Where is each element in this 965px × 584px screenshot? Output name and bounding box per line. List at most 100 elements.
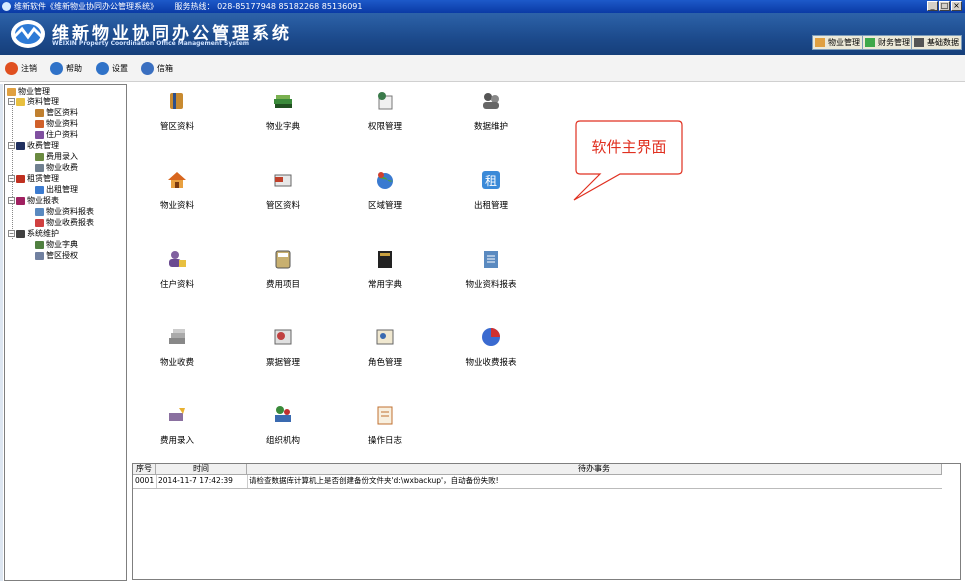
collapse-toggle[interactable]: − — [8, 142, 15, 149]
authorize-icon — [35, 251, 44, 260]
property-module-button[interactable]: 物业管理 — [812, 35, 863, 50]
collapse-toggle[interactable]: − — [8, 175, 15, 182]
users-icon — [483, 93, 499, 109]
icon-organization[interactable]: 组织机构 — [238, 404, 328, 446]
user-icon — [35, 130, 44, 139]
help-icon — [50, 62, 63, 75]
pen-icon — [169, 408, 185, 421]
dictionary-icon — [378, 251, 392, 268]
tree-item[interactable]: 费用录入 — [35, 152, 78, 162]
window-title: 维新软件《维新物业协同办公管理系统》 — [14, 2, 158, 11]
book-icon — [35, 108, 44, 117]
icon-operation-log[interactable]: 操作日志 — [340, 404, 430, 446]
settings-button[interactable]: 设置 — [96, 61, 128, 77]
collapse-toggle[interactable]: − — [8, 197, 15, 204]
tree-item[interactable]: 物业收费报表 — [35, 218, 94, 228]
chart-icon — [16, 196, 25, 205]
icon-fee-entry[interactable]: 费用录入 — [132, 404, 222, 446]
icon-fee-items[interactable]: 费用项目 — [238, 248, 328, 290]
toolbar: 注销 帮助 设置 信箱 — [0, 55, 965, 82]
books-icon — [274, 95, 292, 108]
logout-button[interactable]: 注销 — [5, 61, 37, 77]
rent-icon — [35, 185, 44, 194]
callout-text: 软件主界面 — [591, 138, 666, 156]
organization-icon — [275, 406, 291, 422]
tree-item[interactable]: 物业收费 — [35, 163, 78, 173]
nav-tree: 物业管理 − 资料管理 管区资料 物业资料 住户资料 − 收费管理 费用录入 物业收… — [4, 84, 127, 581]
basedata-module-button[interactable]: 基础数据 — [911, 35, 962, 50]
tree-group-docs[interactable]: − 资料管理 — [8, 97, 59, 107]
tree-item[interactable]: 管区授权 — [35, 251, 78, 261]
icon-fee-report[interactable]: 物业收费报表 — [446, 326, 536, 368]
tree-item[interactable]: 物业资料报表 — [35, 207, 94, 217]
icon-common-dict[interactable]: 常用字典 — [340, 248, 430, 290]
collapse-toggle[interactable]: − — [8, 98, 15, 105]
maximize-button[interactable]: □ — [939, 1, 950, 11]
svg-text:租: 租 — [485, 174, 497, 188]
icon-property-dict[interactable]: 物业字典 — [238, 90, 328, 132]
card-icon — [274, 174, 292, 187]
close-button[interactable]: × — [951, 1, 962, 11]
tree-item[interactable]: 物业字典 — [35, 240, 78, 250]
tree-item[interactable]: 住户资料 — [35, 130, 78, 140]
logo-icon — [11, 20, 45, 48]
dictionary-icon — [35, 240, 44, 249]
icon-data-maintenance[interactable]: 数据维护 — [446, 90, 536, 132]
gear-icon — [96, 62, 109, 75]
tree-item[interactable]: 出租管理 — [35, 185, 78, 195]
folder-icon — [16, 97, 25, 106]
report-icon — [35, 207, 44, 216]
todo-header: 序号 时间 待办事务 — [133, 464, 942, 475]
mail-icon — [141, 62, 154, 75]
row-time: 2014-11-7 17:42:39 — [158, 476, 233, 485]
pie-chart-icon — [482, 328, 500, 346]
todo-table: 序号 时间 待办事务 0001 2014-11-7 17:42:39 请检查数据… — [132, 463, 961, 580]
header-banner: 维新物业协同办公管理系统 WEIXIN Property Coordinatio… — [0, 13, 965, 55]
role-icon — [376, 329, 394, 345]
collapse-toggle[interactable]: − — [8, 230, 15, 237]
icon-receipt-management[interactable]: 票据管理 — [238, 326, 328, 368]
tree-item[interactable]: 管区资料 — [35, 108, 78, 118]
icon-district-info-2[interactable]: 管区资料 — [238, 169, 328, 211]
row-index: 0001 — [135, 476, 155, 485]
resident-icon — [169, 251, 186, 267]
basedata-icon — [914, 38, 924, 47]
icon-role-management[interactable]: 角色管理 — [340, 326, 430, 368]
row-task: 请检查数据库计算机上是否创建备份文件夹'd:\wxbackup'，自动备份失败! — [249, 476, 499, 485]
log-icon — [377, 406, 393, 425]
icon-property-report[interactable]: 物业资料报表 — [446, 248, 536, 290]
report-icon — [484, 251, 498, 268]
icon-permissions[interactable]: 权限管理 — [340, 90, 430, 132]
permission-icon — [378, 92, 393, 110]
icon-region-management[interactable]: 区域管理 — [340, 169, 430, 211]
icon-property-info[interactable]: 物业资料 — [132, 169, 222, 211]
tree-group-fees[interactable]: − 收费管理 — [8, 141, 59, 151]
col-header-index[interactable]: 序号 — [133, 464, 156, 475]
card-icon — [16, 141, 25, 150]
minimize-button[interactable]: _ — [927, 1, 938, 11]
icon-rent-management[interactable]: 租出租管理 — [446, 169, 536, 211]
tree-item[interactable]: 物业资料 — [35, 119, 78, 129]
tree-group-reports[interactable]: − 物业报表 — [8, 196, 59, 206]
icon-district-info[interactable]: 管区资料 — [132, 90, 222, 132]
rent-icon: 租 — [482, 171, 500, 189]
house-icon — [35, 119, 44, 128]
mailbox-button[interactable]: 信箱 — [141, 61, 173, 77]
icon-resident-info[interactable]: 住户资料 — [132, 248, 222, 290]
help-button[interactable]: 帮助 — [50, 61, 82, 77]
col-header-task[interactable]: 待办事务 — [247, 464, 942, 475]
icon-property-fees[interactable]: 物业收费 — [132, 326, 222, 368]
calculator-icon — [275, 250, 291, 269]
tree-group-system[interactable]: − 系统维护 — [8, 229, 59, 239]
power-icon — [5, 62, 18, 75]
finance-module-button[interactable]: 财务管理 — [862, 35, 913, 50]
pie-chart-icon — [35, 218, 44, 227]
coins-icon — [169, 329, 185, 344]
left-edge — [0, 84, 3, 581]
hotline-text: 服务热线： 028-85177948 85182268 85136091 — [174, 2, 363, 11]
col-header-time[interactable]: 时间 — [156, 464, 247, 475]
monitor-icon — [16, 229, 25, 238]
house-icon — [168, 172, 186, 188]
tree-root[interactable]: 物业管理 — [7, 87, 50, 97]
tree-group-rent[interactable]: − 租赁管理 — [8, 174, 59, 184]
